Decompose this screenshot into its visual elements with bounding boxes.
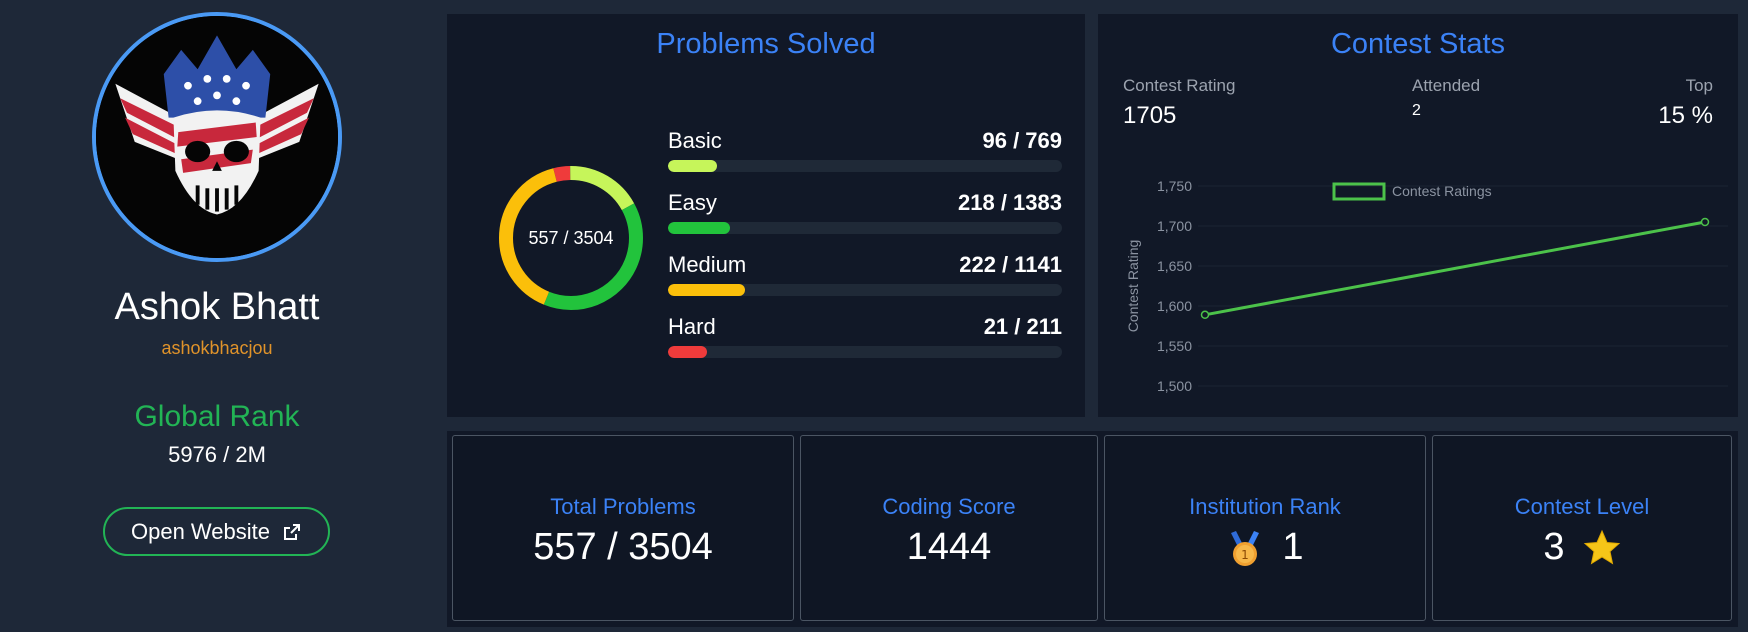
- external-link-icon: [284, 523, 300, 540]
- contest-rating-stat: Contest Rating 1705: [1123, 76, 1235, 130]
- institution-rank-label: Institution Rank: [1189, 494, 1341, 519]
- y-tick-label: 1,600: [1157, 298, 1192, 314]
- data-point: [1200, 310, 1210, 320]
- y-tick-label: 1,500: [1157, 378, 1192, 394]
- difficulty-row-basic: Basic 96 / 769: [668, 128, 1062, 172]
- difficulty-name: Basic: [668, 128, 722, 153]
- difficulty-count: 21 / 211: [983, 314, 1062, 339]
- difficulty-progress-bar: [668, 222, 1062, 234]
- difficulty-progress-bar: [668, 346, 1062, 358]
- contest-level-card: Contest Level 3: [1432, 435, 1732, 621]
- difficulty-progress-bar: [668, 284, 1062, 296]
- star-icon: [1583, 529, 1620, 565]
- contest-level-label: Contest Level: [1514, 494, 1650, 519]
- difficulty-row-hard: Hard 21 / 211: [668, 314, 1062, 358]
- institution-rank-card: Institution Rank 1 1: [1104, 435, 1426, 621]
- difficulty-row-easy: Easy 218 / 1383: [668, 190, 1062, 234]
- y-axis-label: Contest Rating: [1125, 240, 1141, 333]
- attended-stat: Attended 2: [1412, 76, 1480, 120]
- y-tick-label: 1,750: [1157, 178, 1192, 194]
- contest-rating-label: Contest Rating: [1123, 76, 1236, 95]
- y-tick-label: 1,650: [1157, 258, 1192, 274]
- y-tick-label: 1,700: [1157, 218, 1192, 234]
- difficulty-name: Medium: [668, 252, 747, 277]
- difficulty-name: Easy: [668, 190, 717, 215]
- open-website-label: Open Website: [130, 518, 270, 544]
- legend-label: Contest Ratings: [1392, 183, 1492, 199]
- profile-name: Ashok Bhatt: [114, 286, 320, 328]
- profile-sidebar: Ashok Bhatt ashokbhacjou Global Rank 597…: [0, 0, 434, 632]
- series-line: [1204, 220, 1706, 317]
- problems-solved-panel: Problems Solved 557 / 3504 Basic 96 / 76…: [447, 14, 1085, 417]
- global-rank-label: Global Rank: [134, 400, 300, 433]
- total-problems-value: 557 / 3504: [533, 526, 713, 568]
- top-value: 15 %: [1658, 102, 1713, 129]
- summary-cards-row: Total Problems 557 / 3504 Coding Score 1…: [447, 431, 1738, 627]
- difficulty-count: 222 / 1141: [959, 252, 1062, 277]
- coding-score-label: Coding Score: [882, 494, 1016, 519]
- difficulty-progress-fill: [668, 284, 745, 296]
- total-problems-label: Total Problems: [550, 494, 696, 519]
- y-tick-label: 1,550: [1157, 338, 1192, 354]
- total-problems-card: Total Problems 557 / 3504: [452, 435, 794, 621]
- institution-rank-value: 1: [1282, 526, 1304, 568]
- donut-total-label: 557 / 3504: [528, 227, 614, 248]
- contest-stats-panel: Contest Stats Contest Rating 1705 Attend…: [1098, 14, 1738, 417]
- contest-stats-title: Contest Stats: [1330, 28, 1506, 60]
- difficulty-progress-fill: [668, 160, 718, 172]
- avatar[interactable]: [92, 12, 342, 262]
- top-label: Top: [1685, 76, 1713, 95]
- attended-value: 2: [1412, 102, 1421, 119]
- global-rank-value: 5976 / 2M: [168, 442, 266, 467]
- difficulty-count: 96 / 769: [982, 128, 1062, 153]
- contest-rating-value: 1705: [1123, 102, 1177, 129]
- profile-username[interactable]: ashokbhacjou: [0, 338, 434, 359]
- difficulty-progress-bar: [668, 160, 1062, 172]
- contest-level-value: 3: [1543, 526, 1565, 568]
- attended-label: Attended: [1412, 76, 1481, 95]
- difficulty-name: Hard: [668, 314, 716, 339]
- problems-solved-title: Problems Solved: [656, 28, 876, 60]
- medal-icon: 1: [1231, 530, 1260, 566]
- difficulty-progress-fill: [668, 346, 708, 358]
- contest-rating-line-chart: 1,500 1,550 1,600 1,650 1,700 1,750 Contest Ra…: [1125, 178, 1728, 394]
- difficulty-row-medium: Medium 222 / 1141: [668, 252, 1062, 296]
- svg-text:1: 1: [1242, 548, 1250, 562]
- difficulty-progress-fill: [668, 222, 731, 234]
- difficulty-count: 218 / 1383: [958, 190, 1062, 215]
- top-stat: Top 15 %: [1658, 76, 1713, 130]
- skull-flag-logo: [96, 16, 338, 258]
- data-point: [1700, 217, 1710, 227]
- coding-score-card: Coding Score 1444: [800, 435, 1098, 621]
- coding-score-value: 1444: [906, 526, 992, 568]
- open-website-button[interactable]: Open Website: [103, 507, 330, 556]
